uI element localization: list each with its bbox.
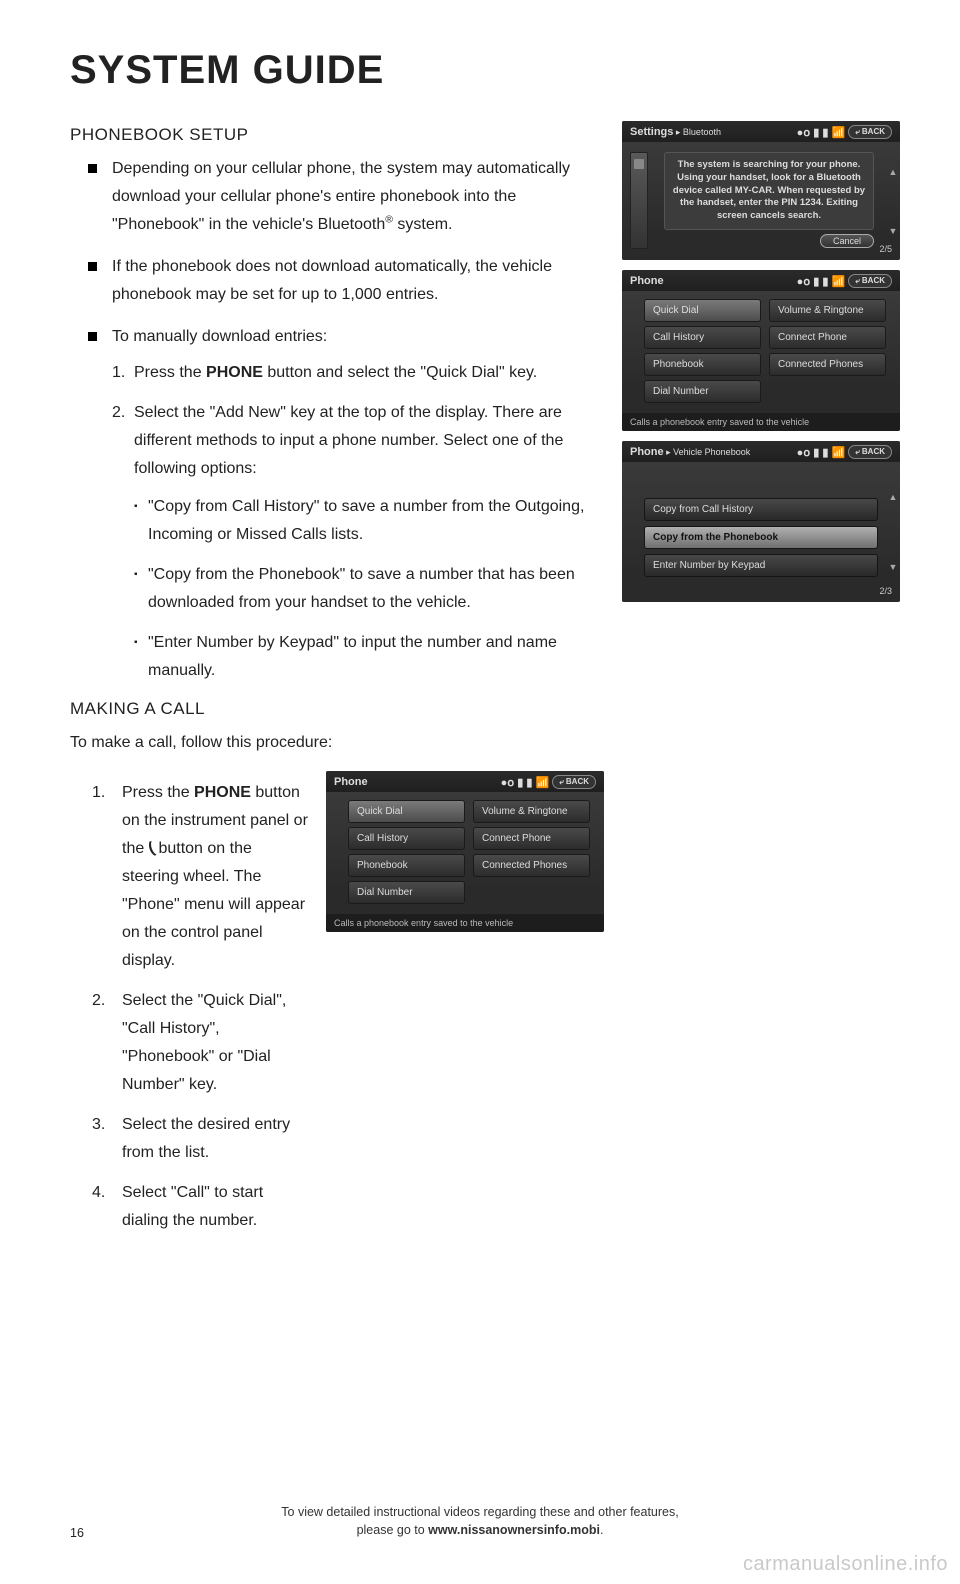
text: button and select the "Quick Dial" key. [263,364,537,381]
menu-quick-dial[interactable]: Quick Dial [348,800,465,823]
step-item: Press the PHONE button and select the "Q… [112,359,604,387]
menu-connect-phone[interactable]: Connect Phone [769,326,886,349]
status-icon: ●໐ ▮ ▮ 📶 [797,446,846,459]
scroll-down-icon[interactable]: ▼ [889,226,898,236]
back-button[interactable]: ⤶ BACK [848,445,892,459]
screen-title: Settings [630,126,673,138]
scroll-up-icon[interactable]: ▲ [889,167,898,177]
intro-text: To make a call, follow this procedure: [70,729,604,757]
option-item: "Copy from Call History" to save a numbe… [134,493,604,549]
option-copy-phonebook[interactable]: Copy from the Phonebook [644,526,878,549]
menu-connected-phones[interactable]: Connected Phones [473,854,590,877]
back-button[interactable]: ⤶ BACK [552,775,596,789]
text: Press the [122,784,194,801]
screen-title: Phone [630,275,664,287]
menu-connected-phones[interactable]: Connected Phones [769,353,886,376]
menu-phonebook[interactable]: Phonebook [644,353,761,376]
text: Select the "Add New" key at the top of t… [134,404,563,477]
option-item: "Copy from the Phonebook" to save a numb… [134,561,604,617]
screen-footer: Calls a phonebook entry saved to the veh… [326,914,604,932]
breadcrumb: ▸ Vehicle Phonebook [664,447,751,457]
registered-mark: ® [385,215,393,226]
section-call-head: MAKING A CALL [70,699,604,719]
dialog-text: The system is searching for your phone. … [664,152,874,230]
step-item: Select the "Quick Dial", "Call History",… [92,987,308,1099]
scroll-up-icon[interactable]: ▲ [889,492,898,502]
footer-url: www.nissanownersinfo.mobi [428,1523,600,1537]
screenshot-settings-bluetooth: Settings ▸ Bluetooth ●໐ ▮ ▮ 📶 ⤶ BACK ▲▼ … [622,121,900,260]
status-icon: ●໐ ▮ ▮ 📶 [501,776,550,789]
menu-connect-phone[interactable]: Connect Phone [473,827,590,850]
menu-dial-number[interactable]: Dial Number [348,881,465,904]
bullet-item: If the phonebook does not download autom… [92,253,604,309]
screen-title: Phone [630,446,664,458]
screenshot-vehicle-phonebook: Phone ▸ Vehicle Phonebook ●໐ ▮ ▮ 📶 ⤶ BAC… [622,441,900,602]
section-phonebook-head: PHONEBOOK SETUP [70,125,604,145]
text: . [600,1523,603,1537]
footer-text: To view detailed instructional videos re… [0,1503,960,1541]
back-button[interactable]: ⤶ BACK [848,274,892,288]
menu-call-history[interactable]: Call History [348,827,465,850]
text: button on the steering wheel. The "Phone… [122,840,305,969]
scroll-down-icon[interactable]: ▼ [889,562,898,572]
menu-volume-ringtone[interactable]: Volume & Ringtone [473,800,590,823]
option-copy-call-history[interactable]: Copy from Call History [644,498,878,521]
phone-button-label: PHONE [194,784,251,801]
cancel-button[interactable]: Cancel [820,234,874,248]
screenshot-phone-menu: Phone ●໐ ▮ ▮ 📶 ⤶ BACK Quick Dial Call Hi… [622,270,900,431]
menu-phonebook[interactable]: Phonebook [348,854,465,877]
option-enter-keypad[interactable]: Enter Number by Keypad [644,554,878,577]
text: Depending on your cellular phone, the sy… [112,160,570,233]
menu-dial-number[interactable]: Dial Number [644,380,761,403]
text: Press the [134,364,206,381]
step-item: Select "Call" to start dialing the numbe… [92,1179,308,1235]
bullet-item: To manually download entries: Press the … [92,323,604,685]
screen-footer: Calls a phonebook entry saved to the veh… [622,413,900,431]
breadcrumb: ▸ Bluetooth [673,127,721,137]
watermark: carmanualsonline.info [743,1553,948,1576]
page-indicator: 2/5 [879,244,892,254]
page-title: SYSTEM GUIDE [70,48,900,93]
page-indicator: 2/3 [879,586,892,596]
phone-button-label: PHONE [206,364,263,381]
status-icon: ●໐ ▮ ▮ 📶 [797,275,846,288]
phone-icon [630,152,648,249]
step-item: Select the "Add New" key at the top of t… [112,399,604,685]
status-icon: ●໐ ▮ ▮ 📶 [797,126,846,139]
text: please go to [357,1523,429,1537]
step-item: Press the PHONE button on the instrument… [92,779,308,975]
footer-line1: To view detailed instructional videos re… [0,1503,960,1522]
menu-quick-dial[interactable]: Quick Dial [644,299,761,322]
screen-title: Phone [334,776,368,788]
back-button[interactable]: ⤶ BACK [848,125,892,139]
menu-call-history[interactable]: Call History [644,326,761,349]
screenshot-phone-menu-2: Phone ●໐ ▮ ▮ 📶 ⤶ BACK Quick Dial Call Hi… [326,771,604,932]
menu-volume-ringtone[interactable]: Volume & Ringtone [769,299,886,322]
text: To manually download entries: [112,328,327,345]
bullet-item: Depending on your cellular phone, the sy… [92,155,604,239]
option-item: "Enter Number by Keypad" to input the nu… [134,629,604,685]
step-item: Select the desired entry from the list. [92,1111,308,1167]
text: system. [393,216,453,233]
